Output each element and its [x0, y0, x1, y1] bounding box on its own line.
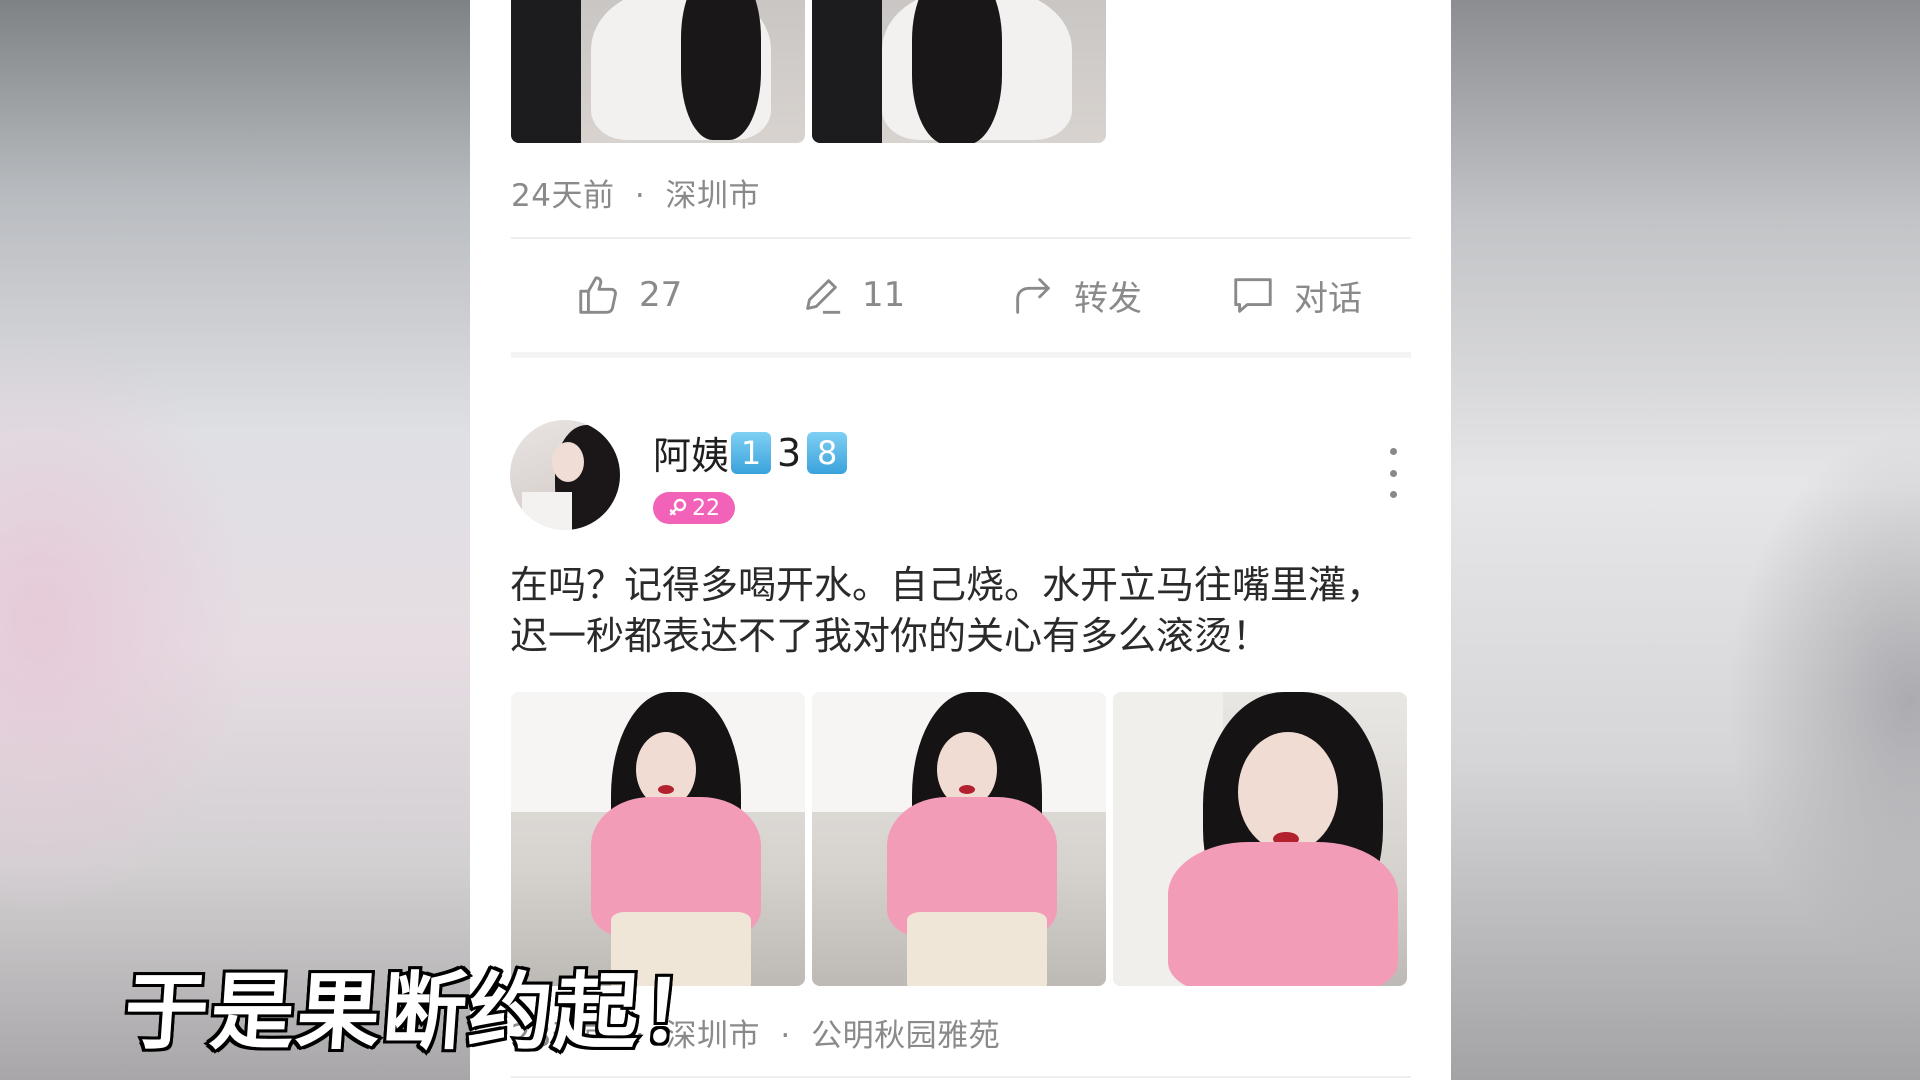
chat-bubble-icon — [1234, 278, 1272, 313]
gender-age-badge: 22 — [653, 492, 735, 524]
post-photo[interactable] — [812, 692, 1106, 986]
chat-label: 对话 — [1294, 278, 1362, 319]
blurred-background-right — [1450, 0, 1920, 1080]
username[interactable]: 阿姨 1 3 8 — [653, 425, 848, 480]
video-subtitle: 于是果断约起！ — [118, 959, 733, 1064]
like-count: 27 — [639, 275, 683, 315]
share-label: 转发 — [1074, 278, 1142, 319]
post-place: 公明秋园雅苑 — [811, 1018, 1001, 1054]
post-text: 在吗？记得多喝开水。自己烧。水开立马往嘴里灌，迟一秒都表达不了我对你的关心有多么… — [510, 563, 1385, 658]
comment-button[interactable]: 11 — [798, 265, 905, 325]
feed-screen: 24天前 · 深圳市 27 11 转发 对话 阿姨 1 3 8 22 在吗？记得… — [470, 0, 1451, 1080]
divider — [511, 237, 1411, 239]
chat-button[interactable]: 对话 — [1230, 265, 1362, 325]
keycap-digit: 8 — [807, 431, 848, 474]
username-text: 阿姨 — [653, 434, 730, 478]
post-photo[interactable] — [511, 692, 805, 986]
thumbs-up-icon — [579, 276, 617, 314]
meta-separator: · — [780, 1018, 791, 1054]
divider — [511, 1076, 1411, 1078]
pencil-icon — [806, 279, 841, 314]
more-dot-icon — [1389, 491, 1397, 498]
username-digit: 3 — [777, 430, 802, 475]
section-gap — [511, 352, 1411, 358]
female-icon — [669, 498, 687, 516]
more-options-button[interactable] — [1388, 448, 1398, 498]
like-button[interactable]: 27 — [575, 265, 682, 325]
meta-separator: · — [634, 178, 646, 214]
blurred-background-left — [0, 0, 470, 1080]
post-location: 深圳市 — [665, 178, 761, 214]
share-arrow-icon — [1016, 278, 1050, 314]
more-dot-icon — [1389, 448, 1397, 455]
keycap-digit: 1 — [731, 431, 772, 474]
comment-count: 11 — [862, 275, 906, 315]
more-dot-icon — [1389, 469, 1397, 477]
post-photo[interactable] — [1113, 692, 1407, 986]
post-photo[interactable] — [511, 0, 805, 143]
post-photo[interactable] — [812, 0, 1106, 143]
badge-value: 22 — [692, 495, 720, 521]
share-button[interactable]: 转发 — [1010, 265, 1142, 325]
post-time: 24天前 — [511, 178, 615, 214]
avatar[interactable] — [510, 420, 620, 530]
post-meta: 24天前 · 深圳市 — [511, 170, 760, 215]
